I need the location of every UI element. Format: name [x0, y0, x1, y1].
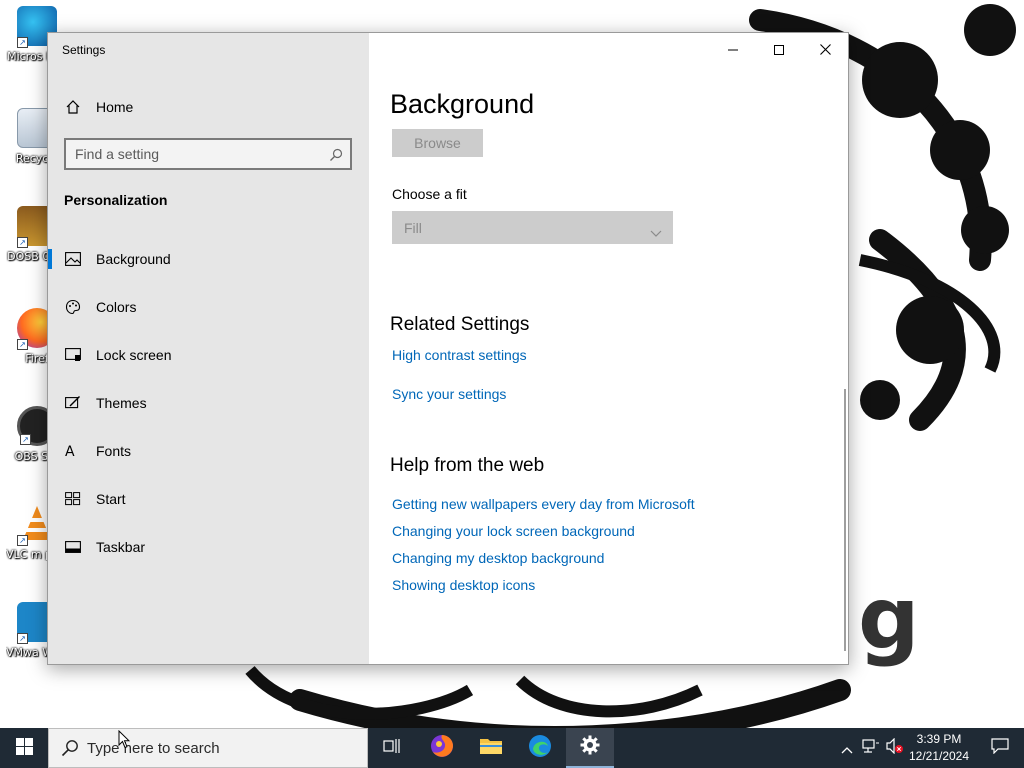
- picture-icon: [65, 251, 81, 267]
- taskbar: 3:39 PM 12/21/2024: [0, 728, 1024, 768]
- chevron-down-icon: [650, 223, 662, 242]
- taskbar-clock[interactable]: 3:39 PM 12/21/2024: [905, 731, 973, 765]
- taskbar-icon: [65, 539, 81, 555]
- palette-icon: [65, 299, 81, 315]
- choose-fit-label: Choose a fit: [392, 186, 467, 202]
- help-from-web-heading: Help from the web: [390, 455, 545, 476]
- section-title: Personalization: [64, 192, 168, 208]
- gear-icon: [580, 735, 600, 759]
- nav-themes-label: Themes: [96, 395, 147, 411]
- nav-fonts-label: Fonts: [96, 443, 132, 459]
- task-view-button[interactable]: [368, 728, 416, 768]
- clock-time: 3:39 PM: [916, 732, 962, 746]
- nav-colors-label: Colors: [96, 299, 137, 315]
- nav-background[interactable]: Background: [48, 239, 369, 279]
- browse-button[interactable]: Browse: [392, 129, 483, 157]
- chevron-up-icon: [841, 739, 853, 758]
- nav-taskbar-label: Taskbar: [96, 539, 146, 555]
- find-setting-search[interactable]: [64, 138, 352, 170]
- task-view-icon: [383, 738, 401, 758]
- taskbar-firefox-button[interactable]: [418, 728, 466, 768]
- choose-fit-value: Fill: [404, 219, 422, 236]
- themes-icon: [65, 395, 81, 411]
- page-title: Background: [390, 89, 535, 119]
- choose-fit-dropdown[interactable]: Fill: [392, 211, 673, 244]
- settings-window: Settings Home Personalization Background: [47, 32, 849, 665]
- home-icon: [65, 99, 81, 115]
- settings-content: Background Browse Choose a fit Fill Rela…: [369, 33, 848, 664]
- volume-tray-button[interactable]: [886, 737, 904, 758]
- nav-start[interactable]: Start: [48, 479, 369, 519]
- firefox-icon: [430, 734, 454, 762]
- edge-icon: [528, 734, 552, 762]
- volume-muted-icon: [886, 737, 904, 758]
- related-settings-heading: Related Settings: [390, 314, 530, 335]
- sync-settings-link[interactable]: Sync your settings: [392, 386, 506, 402]
- high-contrast-settings-link[interactable]: High contrast settings: [392, 347, 527, 363]
- taskbar-search-box[interactable]: [48, 728, 368, 768]
- taskbar-edge-button[interactable]: [516, 728, 564, 768]
- windows-logo-icon: [15, 737, 33, 759]
- help-link-desktop-icons[interactable]: Showing desktop icons: [392, 577, 535, 593]
- taskbar-file-explorer-button[interactable]: [467, 728, 515, 768]
- nav-lock-screen[interactable]: Lock screen: [48, 335, 369, 375]
- mouse-cursor-icon: [118, 729, 131, 753]
- nav-taskbar[interactable]: Taskbar: [48, 527, 369, 567]
- folder-icon: [479, 736, 503, 760]
- fonts-icon: A: [65, 443, 81, 459]
- clock-date: 12/21/2024: [908, 749, 970, 763]
- lock-screen-icon: [65, 347, 81, 363]
- help-link-lock-screen[interactable]: Changing your lock screen background: [392, 523, 635, 539]
- svg-text:g: g: [858, 569, 920, 669]
- nav-home[interactable]: Home: [48, 87, 369, 127]
- nav-home-label: Home: [96, 99, 134, 115]
- network-icon: [862, 738, 880, 758]
- help-link-wallpapers[interactable]: Getting new wallpapers every day from Mi…: [392, 496, 695, 512]
- nav-fonts[interactable]: A Fonts: [48, 431, 369, 471]
- settings-sidebar: Settings Home Personalization Background: [48, 33, 369, 664]
- start-icon: [65, 491, 81, 507]
- search-icon: [61, 739, 79, 757]
- help-link-desktop-background[interactable]: Changing my desktop background: [392, 550, 604, 566]
- action-center-button[interactable]: [980, 728, 1020, 768]
- nav-colors[interactable]: Colors: [48, 287, 369, 327]
- find-setting-input[interactable]: [75, 146, 325, 162]
- nav-start-label: Start: [96, 491, 126, 507]
- notification-icon: [991, 738, 1009, 758]
- nav-themes[interactable]: Themes: [48, 383, 369, 423]
- svg-text:A: A: [65, 444, 75, 459]
- show-hidden-icons-button[interactable]: [838, 739, 856, 757]
- search-icon: [329, 147, 343, 166]
- network-tray-button[interactable]: [862, 739, 880, 757]
- nav-lock-screen-label: Lock screen: [96, 347, 172, 363]
- nav-background-label: Background: [96, 251, 171, 267]
- taskbar-settings-button[interactable]: [566, 728, 614, 768]
- window-title: Settings: [62, 43, 106, 57]
- content-scrollbar[interactable]: [844, 389, 846, 651]
- start-button[interactable]: [0, 728, 48, 768]
